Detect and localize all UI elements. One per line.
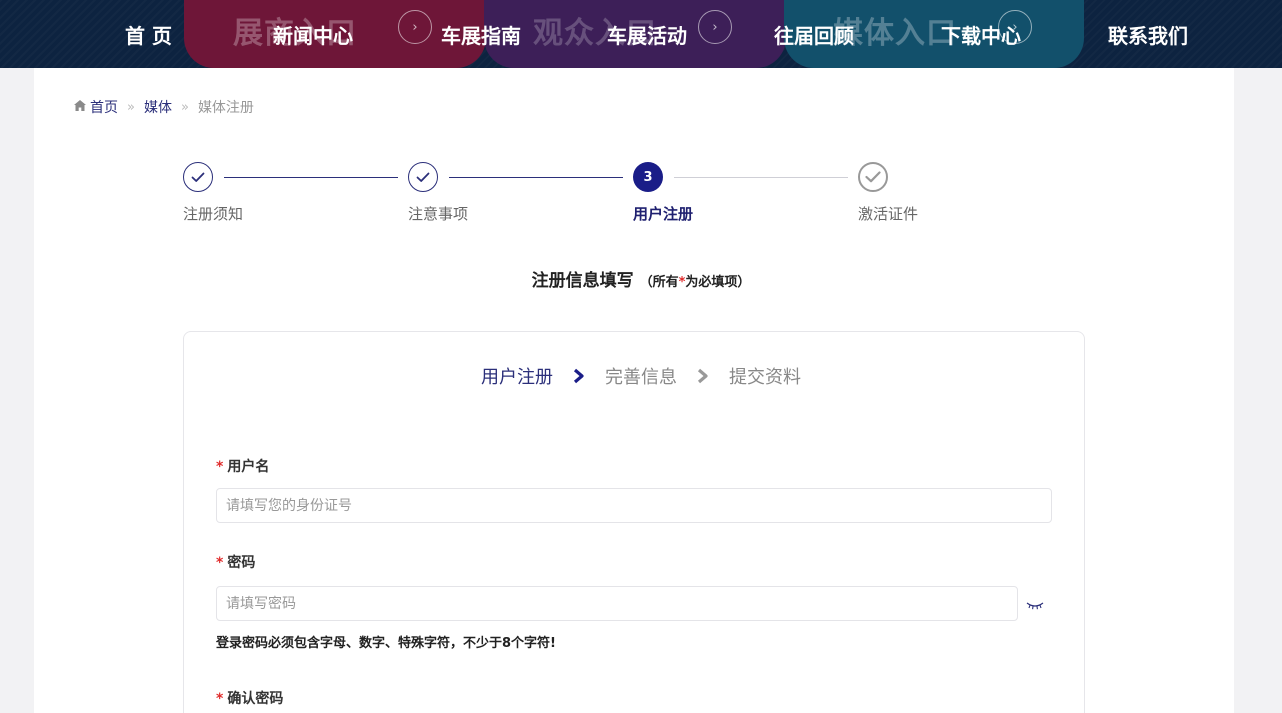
breadcrumb-media[interactable]: 媒体 [144,97,172,117]
required-note-suffix: 为必填项） [685,275,751,290]
nav-item-downloads[interactable]: 下载中心 [941,20,1021,49]
step-label-attention: 注意事项 [408,205,469,223]
form-heading: 注册信息填写 （所有*为必填项） [0,266,1282,291]
breadcrumb-separator: » [180,99,189,115]
step-connector [449,177,623,178]
required-star: * [216,691,224,707]
eye-closed-icon[interactable] [1026,596,1044,615]
step-label-register: 用户注册 [633,205,694,223]
sub-steps: 用户注册 完善信息 提交资料 [0,363,1282,389]
username-label-text: 用户名 [227,459,270,475]
confirm-password-label: * 确认密码 [216,688,283,708]
password-hint: 登录密码必须包含字母、数字、特殊字符，不少于8个字符! [216,636,556,651]
substep-register: 用户注册 [481,367,553,388]
step-label-notice: 注册须知 [183,205,244,223]
required-star: * [216,459,224,475]
breadcrumb-separator: » [127,99,135,115]
password-input[interactable] [216,586,1018,621]
chevron-right-icon [573,368,585,384]
confirm-password-label-text: 确认密码 [227,691,284,707]
step-4-check-icon [858,162,888,192]
step-connector [224,177,398,178]
top-navigation: 展商入口 观众入口 媒体入口 › › › 首 页 新闻中心 车展指南 车展活动 … [0,0,1282,68]
substep-complete-info: 完善信息 [605,367,677,388]
nav-item-events[interactable]: 车展活动 [607,20,687,49]
home-icon [74,100,86,114]
chevron-right-circle-icon[interactable]: › [698,10,732,44]
nav-item-contact[interactable]: 联系我们 [1108,20,1188,49]
username-label: * 用户名 [216,456,269,476]
step-1-check-icon [183,162,213,192]
breadcrumb-home[interactable]: 首页 [90,97,118,117]
nav-item-home[interactable]: 首 页 [125,20,172,49]
chevron-right-circle-icon[interactable]: › [398,10,432,44]
breadcrumb-current: 媒体注册 [197,100,254,116]
nav-item-news[interactable]: 新闻中心 [273,20,353,49]
username-input[interactable] [216,488,1052,523]
breadcrumb: 首页 » 媒体 » 媒体注册 [74,97,254,117]
required-note: （所有*为必填项） [640,275,751,290]
chevron-right-icon [697,368,709,384]
nav-item-guide[interactable]: 车展指南 [441,20,521,49]
nav-item-review[interactable]: 往届回顾 [774,20,854,49]
password-label: * 密码 [216,552,255,572]
step-2-check-icon [408,162,438,192]
required-star: * [216,555,224,571]
required-note-prefix: （所有 [639,275,679,290]
password-label-text: 密码 [227,555,256,571]
form-title: 注册信息填写 [531,271,634,291]
substep-submit: 提交资料 [729,367,801,388]
step-label-activate: 激活证件 [858,205,919,223]
step-3-number: 3 [633,162,663,192]
step-connector [674,177,848,178]
